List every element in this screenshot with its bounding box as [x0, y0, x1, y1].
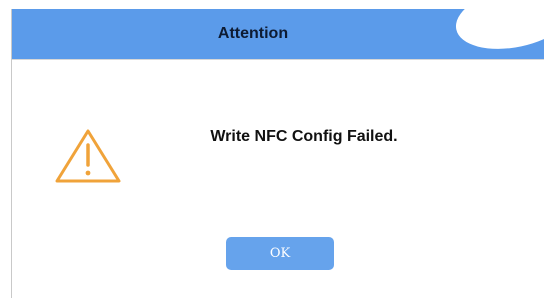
ok-button[interactable]: OK: [226, 237, 334, 270]
dialog-title: Attention: [217, 25, 289, 42]
error-message: Write NFC Config Failed.: [210, 128, 398, 145]
dialog-title-bar: Attention: [12, 0, 544, 60]
attention-dialog: Attention Write NFC Config Failed. OK: [11, 0, 544, 298]
warning-triangle-icon: [55, 129, 121, 183]
